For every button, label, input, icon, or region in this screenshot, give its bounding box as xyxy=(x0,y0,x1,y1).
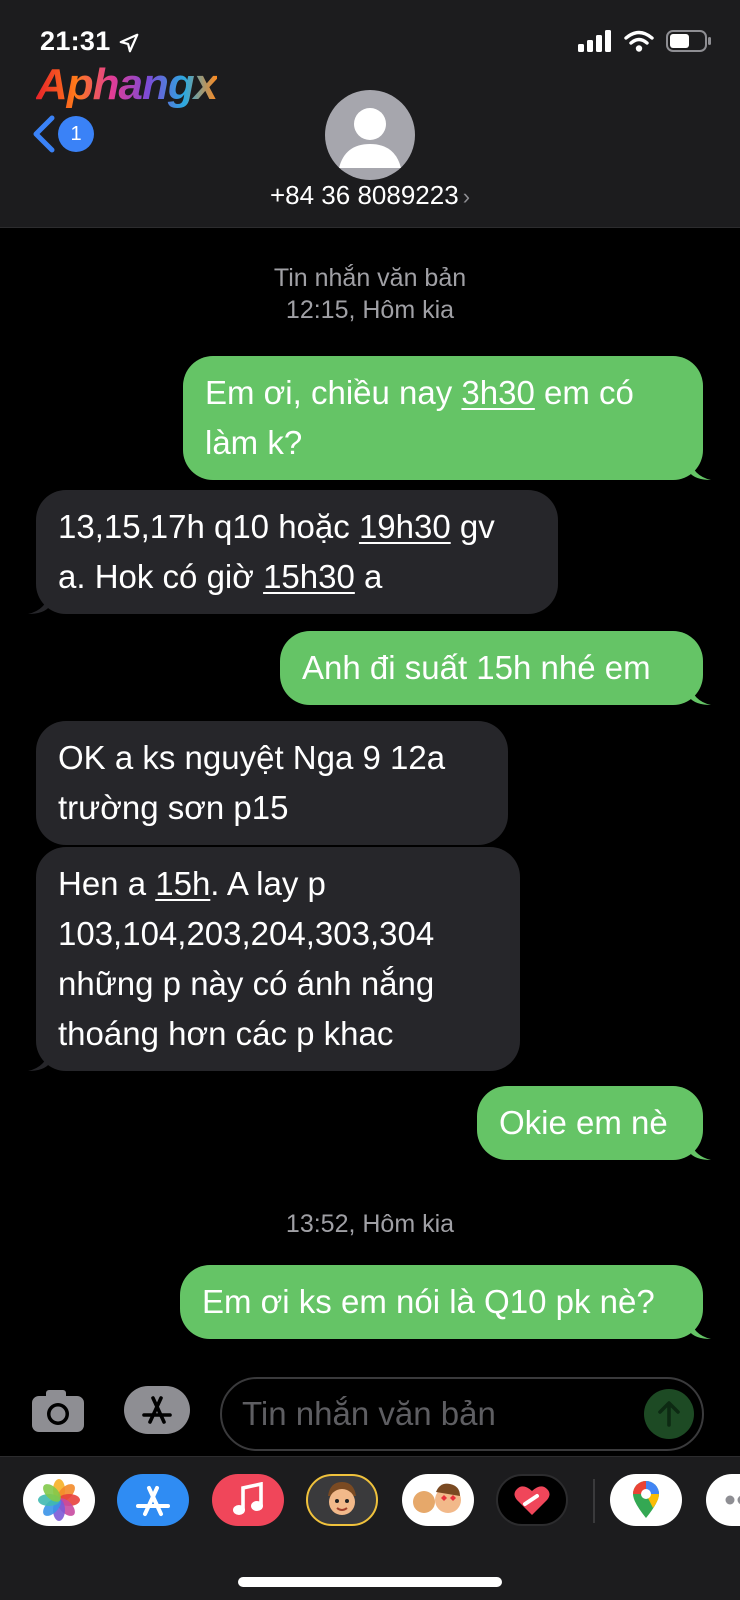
time-link[interactable]: 15h30 xyxy=(263,558,355,595)
memoji-stickers-icon xyxy=(413,1483,461,1513)
message-line: thoáng hơn các p khac xyxy=(58,1015,394,1052)
sent-message-bubble[interactable]: Em ơi ks em nói là Q10 pk nè? xyxy=(180,1265,711,1339)
bubble-tail xyxy=(28,1049,50,1071)
message-line: trường sơn p15 xyxy=(58,789,289,826)
music-app[interactable] xyxy=(212,1474,284,1526)
bubble-tail xyxy=(689,1317,711,1339)
contact-name-button[interactable]: +84 36 8089223 › xyxy=(0,180,740,211)
message-line: 13,15,17h q10 hoặc 19h30 gv xyxy=(58,508,495,545)
more-icon xyxy=(725,1495,740,1505)
message-thread[interactable]: Tin nhắn văn bản 12:15, Hôm kia Em ơi, c… xyxy=(0,228,740,1364)
timestamp: 13:52, Hôm kia xyxy=(285,1210,455,1238)
status-indicators xyxy=(578,30,712,52)
memoji-stickers-app[interactable] xyxy=(402,1474,474,1526)
bubble-tail xyxy=(689,1138,711,1160)
chevron-right-icon: › xyxy=(462,184,471,209)
app-store-button[interactable] xyxy=(124,1386,190,1434)
message-line: Hen a 15h. A lay p xyxy=(58,865,326,902)
message-line: Anh đi suất 15h nhé em xyxy=(302,649,651,686)
message-line: a. Hok có giờ 15h30 a xyxy=(58,558,383,595)
home-indicator[interactable] xyxy=(238,1577,502,1587)
compose-bar xyxy=(0,1364,740,1456)
battery-icon xyxy=(666,30,711,52)
google-maps-icon xyxy=(633,1481,659,1518)
chevron-left-icon xyxy=(33,115,55,153)
contact-number: +84 36 8089223 xyxy=(269,180,459,210)
message-line: làm k? xyxy=(205,424,303,461)
received-message-bubble[interactable]: OK a ks nguyệt Nga 9 12a trường sơn p15 xyxy=(36,721,508,845)
photos-icon xyxy=(38,1479,80,1521)
received-message-bubble[interactable]: 13,15,17h q10 hoặc 19h30 gv a. Hok có gi… xyxy=(28,490,558,614)
message-line: OK a ks nguyệt Nga 9 12a xyxy=(58,739,446,776)
contact-avatar[interactable] xyxy=(325,90,415,180)
bubble-tail xyxy=(28,592,50,614)
back-button[interactable]: 1 xyxy=(30,112,94,156)
drawer-divider xyxy=(593,1479,595,1523)
app-store-app[interactable] xyxy=(117,1474,189,1526)
time-link[interactable]: 15h xyxy=(155,865,210,902)
time-link[interactable]: 3h30 xyxy=(461,374,534,411)
photos-app[interactable] xyxy=(23,1474,95,1526)
digital-touch-icon xyxy=(514,1486,550,1515)
sent-message-bubble[interactable]: Em ơi, chiều nay 3h30 em có làm k? xyxy=(183,356,711,480)
digital-touch-app[interactable] xyxy=(496,1474,568,1526)
wifi-icon xyxy=(624,30,654,52)
send-button[interactable] xyxy=(644,1389,694,1439)
message-input-field[interactable] xyxy=(220,1377,704,1451)
more-apps-button[interactable] xyxy=(706,1474,740,1526)
status-time: 21:31 xyxy=(40,26,111,56)
memoji-icon xyxy=(328,1482,356,1515)
timestamp: 12:15, Hôm kia xyxy=(285,296,455,324)
message-line: Em ơi ks em nói là Q10 pk nè? xyxy=(202,1283,655,1320)
message-input[interactable] xyxy=(242,1379,622,1449)
app-store-icon xyxy=(142,1396,172,1424)
cellular-signal-icon xyxy=(578,30,611,52)
message-line: Em ơi, chiều nay 3h30 em có xyxy=(205,374,634,411)
sent-message-bubble[interactable]: Anh đi suất 15h nhé em xyxy=(280,631,711,705)
location-arrow-icon xyxy=(119,33,139,53)
arrow-up-icon xyxy=(658,1401,680,1427)
bubble-tail xyxy=(689,683,711,705)
music-icon xyxy=(233,1482,263,1515)
message-type-label: Tin nhắn văn bản xyxy=(273,264,467,292)
received-message-bubble[interactable]: Hen a 15h. A lay p 103,104,203,204,303,3… xyxy=(28,847,520,1071)
time-link[interactable]: 19h30 xyxy=(359,508,451,545)
unread-badge: 1 xyxy=(58,116,94,152)
memoji-app[interactable] xyxy=(306,1474,378,1526)
messages-screen: 21:31 Aphangx 1 +84 36 8089223 › Tin nhắ… xyxy=(0,0,740,1600)
camera-icon[interactable] xyxy=(30,1388,86,1434)
watermark-logo: Aphangx xyxy=(36,60,218,109)
google-maps-app[interactable] xyxy=(610,1474,682,1526)
person-icon xyxy=(339,108,401,168)
conversation-header: 21:31 Aphangx 1 +84 36 8089223 › xyxy=(0,0,740,228)
message-line: Okie em nè xyxy=(499,1104,668,1141)
app-store-icon xyxy=(136,1486,170,1516)
message-line: 103,104,203,204,303,304 xyxy=(58,915,435,952)
sent-message-bubble[interactable]: Okie em nè xyxy=(477,1086,711,1160)
message-line: những p này có ánh nắng xyxy=(58,965,435,1002)
bubble-tail xyxy=(689,458,711,480)
